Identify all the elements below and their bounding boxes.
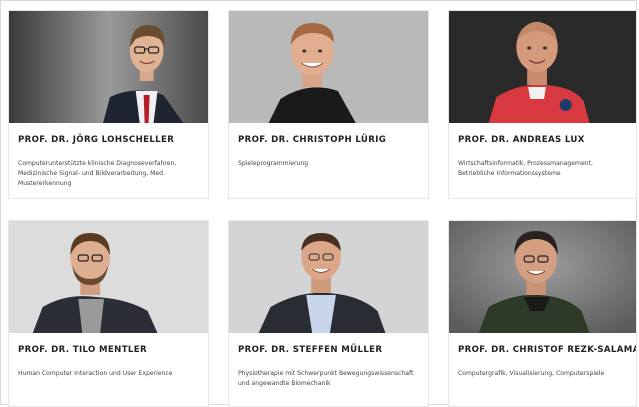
- profile-photo[interactable]: [229, 221, 428, 333]
- profile-card[interactable]: PROF. DR. ANDREAS LUX Wirtschaftsinforma…: [448, 10, 637, 199]
- profile-info: PROF. DR. JÖRG LOHSCHELLER Computerunter…: [9, 123, 208, 189]
- profile-card[interactable]: PROF. DR. JÖRG LOHSCHELLER Computerunter…: [8, 10, 209, 199]
- profile-card[interactable]: PROF. DR. CHRISTOF REZK-SALAMA Computerg…: [448, 220, 637, 407]
- profile-description: Human Computer Interaction und User Expe…: [18, 370, 173, 377]
- profile-info: PROF. DR. CHRISTOPH LÜRIG Spieleprogramm…: [229, 123, 428, 169]
- profile-photo[interactable]: [9, 221, 208, 333]
- profile-description: Wirtschaftsinformatik, Prozessmanagement…: [458, 160, 593, 177]
- profile-name[interactable]: PROF. DR. ANDREAS LUX: [458, 135, 627, 145]
- profile-name[interactable]: PROF. DR. STEFFEN MÜLLER: [238, 345, 419, 355]
- profile-description: Spieleprogrammierung: [238, 160, 309, 167]
- profile-name[interactable]: PROF. DR. CHRISTOF REZK-SALAMA: [458, 345, 636, 355]
- profile-info: PROF. DR. TILO MENTLER Human Computer In…: [9, 333, 208, 379]
- profile-name[interactable]: PROF. DR. JÖRG LOHSCHELLER: [18, 135, 199, 145]
- profile-description: Computerunterstützte klinische Diagnosev…: [18, 160, 177, 187]
- profile-grid: PROF. DR. JÖRG LOHSCHELLER Computerunter…: [8, 10, 637, 407]
- profile-info: PROF. DR. CHRISTOF REZK-SALAMA Computerg…: [449, 333, 636, 379]
- profile-photo[interactable]: [449, 11, 636, 123]
- profile-photo[interactable]: [9, 11, 208, 123]
- profile-card[interactable]: PROF. DR. CHRISTOPH LÜRIG Spieleprogramm…: [228, 10, 429, 199]
- profile-photo[interactable]: [229, 11, 428, 123]
- profile-info: PROF. DR. ANDREAS LUX Wirtschaftsinforma…: [449, 123, 636, 179]
- profile-card[interactable]: PROF. DR. TILO MENTLER Human Computer In…: [8, 220, 209, 407]
- profile-name[interactable]: PROF. DR. TILO MENTLER: [18, 345, 199, 355]
- profile-photo[interactable]: [449, 221, 636, 333]
- profile-name[interactable]: PROF. DR. CHRISTOPH LÜRIG: [238, 135, 419, 145]
- profile-info: PROF. DR. STEFFEN MÜLLER Physiotherapie …: [229, 333, 428, 389]
- profile-description: Physiotherapie mit Schwerpunkt Bewegungs…: [238, 370, 414, 387]
- profile-card[interactable]: PROF. DR. STEFFEN MÜLLER Physiotherapie …: [228, 220, 429, 407]
- profile-description: Computergrafik, Visualisierung, Computer…: [458, 370, 605, 377]
